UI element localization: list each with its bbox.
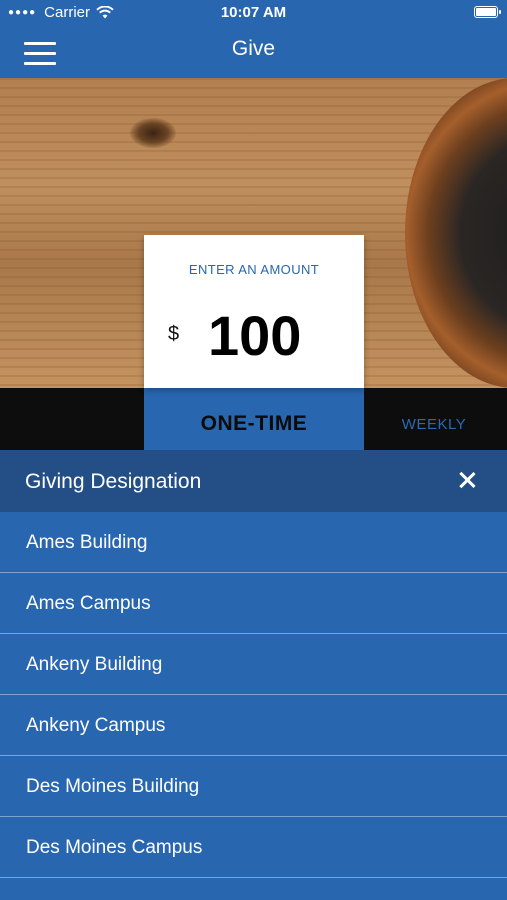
tab-one-time[interactable]: ONE-TIME bbox=[144, 388, 364, 450]
list-item[interactable]: Des Moines Building bbox=[0, 756, 507, 817]
currency-symbol: $ bbox=[168, 323, 180, 345]
list-item[interactable]: Des Moines Campus bbox=[0, 817, 507, 878]
amount-label: ENTER AN AMOUNT bbox=[188, 262, 320, 277]
designation-list: Ames Building Ames Campus Ankeny Buildin… bbox=[0, 512, 507, 878]
amount-card: ENTER AN AMOUNT $ 100 bbox=[144, 235, 364, 388]
top-bar: ●●●● Carrier 10:07 AM Give bbox=[0, 0, 507, 78]
list-item[interactable]: Ames Campus bbox=[0, 573, 507, 634]
amount-input[interactable]: 100 bbox=[208, 303, 301, 368]
list-item-label: Ankeny Campus bbox=[26, 715, 166, 736]
tab-one-time-label: ONE-TIME bbox=[200, 412, 308, 435]
tab-weekly[interactable]: WEEKLY bbox=[384, 388, 484, 450]
list-item-label: Ames Building bbox=[26, 532, 148, 553]
list-item-label: Ames Campus bbox=[26, 593, 151, 614]
wood-knot bbox=[130, 118, 176, 148]
list-item[interactable]: Ames Building bbox=[0, 512, 507, 573]
list-item-label: Des Moines Campus bbox=[26, 837, 203, 858]
offering-bowl-image bbox=[405, 78, 507, 388]
page-title: Give bbox=[231, 37, 276, 60]
list-item-label: Des Moines Building bbox=[26, 776, 200, 797]
list-item[interactable]: Ankeny Building bbox=[0, 634, 507, 695]
list-item-label: Ankeny Building bbox=[26, 654, 163, 675]
designation-header: Giving Designation bbox=[0, 450, 507, 512]
status-bar: ●●●● Carrier 10:07 AM bbox=[0, 0, 507, 26]
status-time: 10:07 AM bbox=[220, 4, 287, 21]
battery-icon bbox=[474, 6, 501, 18]
tab-weekly-label: WEEKLY bbox=[401, 416, 467, 433]
designation-title: Giving Designation bbox=[25, 470, 202, 493]
list-item[interactable]: Ankeny Campus bbox=[0, 695, 507, 756]
close-icon[interactable] bbox=[452, 465, 482, 495]
